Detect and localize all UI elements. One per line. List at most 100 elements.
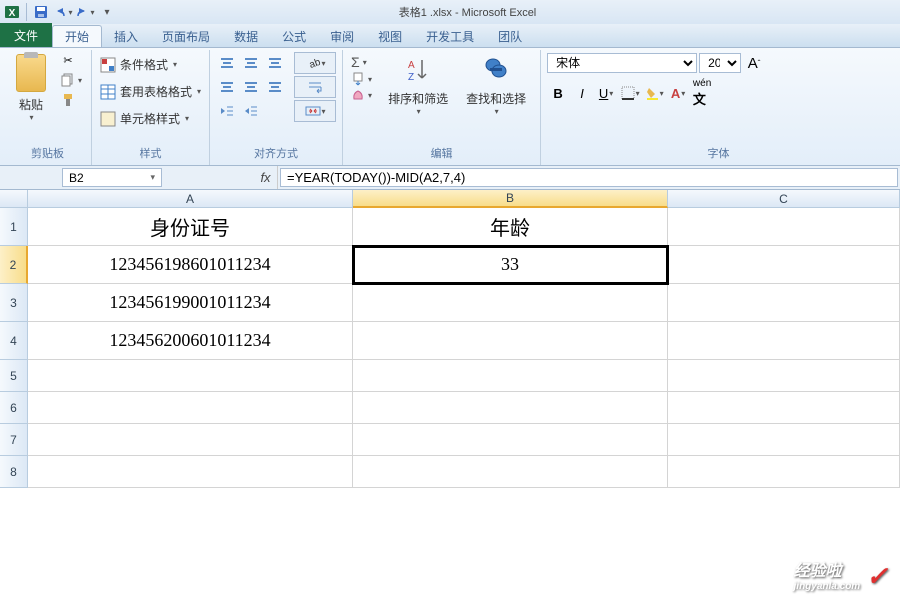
- align-bottom-button[interactable]: [264, 52, 286, 74]
- qat-customize-icon[interactable]: ▾: [97, 2, 117, 22]
- cell-C4[interactable]: [668, 322, 900, 360]
- cell-B4[interactable]: [353, 322, 668, 360]
- tab-review[interactable]: 审阅: [318, 25, 366, 47]
- cell-A1[interactable]: 身份证号: [28, 208, 353, 246]
- cell-C1[interactable]: [668, 208, 900, 246]
- undo-icon[interactable]: ▾: [53, 2, 73, 22]
- cell-C3[interactable]: [668, 284, 900, 322]
- cell-B7[interactable]: [353, 424, 668, 456]
- col-header-A[interactable]: A: [28, 190, 353, 208]
- wrap-text-button[interactable]: [294, 76, 336, 98]
- align-center-button[interactable]: [240, 76, 262, 98]
- row-header-3[interactable]: 3: [0, 284, 28, 322]
- tab-view[interactable]: 视图: [366, 25, 414, 47]
- cell-C2[interactable]: [668, 246, 900, 284]
- cell-A3[interactable]: 123456199001011234: [28, 284, 353, 322]
- cell-A6[interactable]: [28, 392, 353, 424]
- col-header-C[interactable]: C: [668, 190, 900, 208]
- cell-B5[interactable]: [353, 360, 668, 392]
- row-header-5[interactable]: 5: [0, 360, 28, 392]
- col-header-B[interactable]: B: [353, 190, 668, 208]
- tab-home[interactable]: 开始: [52, 25, 102, 47]
- copy-button[interactable]: ▾: [58, 72, 85, 88]
- name-box-dropdown-icon[interactable]: ▾: [150, 172, 155, 183]
- tab-developer[interactable]: 开发工具: [414, 25, 486, 47]
- name-box[interactable]: B2 ▾: [62, 168, 162, 187]
- font-size-select[interactable]: 20: [699, 53, 741, 73]
- save-icon[interactable]: [31, 2, 51, 22]
- spreadsheet-grid[interactable]: A B C 1 身份证号 年龄 2 123456198601011234 33 …: [0, 190, 900, 488]
- cut-button[interactable]: ✂: [58, 52, 85, 68]
- cell-B8[interactable]: [353, 456, 668, 488]
- fill-button[interactable]: ▾: [351, 72, 372, 86]
- autosum-button[interactable]: Σ▾: [351, 54, 372, 70]
- find-icon: [482, 56, 510, 84]
- group-clipboard: 粘贴 ▾ ✂ ▾ 剪贴板: [4, 50, 92, 165]
- increase-font-button[interactable]: Aˆ: [743, 52, 765, 74]
- font-color-button[interactable]: A▾: [667, 82, 689, 104]
- cell-B1[interactable]: 年龄: [353, 208, 668, 246]
- orientation-button[interactable]: ab▾: [294, 52, 336, 74]
- formula-input[interactable]: =YEAR(TODAY())-MID(A2,7,4): [280, 168, 898, 187]
- excel-icon[interactable]: X: [2, 2, 22, 22]
- cell-C6[interactable]: [668, 392, 900, 424]
- find-select-button[interactable]: 查找和选择 ▾: [458, 52, 534, 143]
- group-alignment: ab▾ ▾ 对齐方式: [210, 50, 343, 165]
- select-all-corner[interactable]: [0, 190, 28, 208]
- cell-B6[interactable]: [353, 392, 668, 424]
- row-header-4[interactable]: 4: [0, 322, 28, 360]
- phonetic-button[interactable]: wén文: [691, 82, 713, 104]
- align-top-button[interactable]: [216, 52, 238, 74]
- tab-formulas[interactable]: 公式: [270, 25, 318, 47]
- tab-team[interactable]: 团队: [486, 25, 534, 47]
- cell-A4[interactable]: 123456200601011234: [28, 322, 353, 360]
- align-middle-button[interactable]: [240, 52, 262, 74]
- tab-data[interactable]: 数据: [222, 25, 270, 47]
- format-table-button[interactable]: 套用表格格式▾: [98, 79, 203, 104]
- quick-access-toolbar: X ▾ ▾ ▾: [2, 2, 117, 22]
- cell-A2[interactable]: 123456198601011234: [28, 246, 353, 284]
- fx-button[interactable]: fx: [254, 166, 278, 189]
- styles-group-label: 样式: [98, 143, 203, 163]
- merge-cells-button[interactable]: ▾: [294, 100, 336, 122]
- paste-button[interactable]: 粘贴 ▾: [10, 52, 52, 143]
- font-name-select[interactable]: 宋体: [547, 53, 697, 73]
- cell-C5[interactable]: [668, 360, 900, 392]
- align-right-button[interactable]: [264, 76, 286, 98]
- conditional-format-button[interactable]: 条件格式▾: [98, 52, 203, 77]
- tab-insert[interactable]: 插入: [102, 25, 150, 47]
- cell-A5[interactable]: [28, 360, 353, 392]
- redo-icon[interactable]: ▾: [75, 2, 95, 22]
- clear-button[interactable]: ▾: [351, 88, 372, 102]
- italic-button[interactable]: I: [571, 82, 593, 104]
- decrease-indent-button[interactable]: [216, 102, 238, 120]
- border-button[interactable]: ▾: [619, 82, 641, 104]
- cell-B2[interactable]: 33: [353, 246, 668, 284]
- ribbon-body: 粘贴 ▾ ✂ ▾ 剪贴板 条件格式▾ 套用表格格式▾ 单元格样式▾ 样式: [0, 48, 900, 166]
- align-left-button[interactable]: [216, 76, 238, 98]
- row-header-1[interactable]: 1: [0, 208, 28, 246]
- underline-button[interactable]: U▾: [595, 82, 617, 104]
- cell-C7[interactable]: [668, 424, 900, 456]
- check-icon: ✓: [866, 561, 888, 592]
- cell-A8[interactable]: [28, 456, 353, 488]
- fill-color-button[interactable]: ▾: [643, 82, 665, 104]
- paste-icon: [16, 54, 46, 92]
- editing-group-label: 编辑: [349, 143, 534, 163]
- cell-A7[interactable]: [28, 424, 353, 456]
- increase-indent-button[interactable]: [240, 102, 262, 120]
- row-header-7[interactable]: 7: [0, 424, 28, 456]
- sort-filter-button[interactable]: AZ 排序和筛选 ▾: [380, 52, 456, 143]
- format-painter-button[interactable]: [58, 92, 85, 108]
- cell-C8[interactable]: [668, 456, 900, 488]
- cell-B3[interactable]: [353, 284, 668, 322]
- group-editing: Σ▾ ▾ ▾ AZ 排序和筛选 ▾ 查找和选择 ▾ 编辑: [343, 50, 541, 165]
- bold-button[interactable]: B: [547, 82, 569, 104]
- tab-page-layout[interactable]: 页面布局: [150, 25, 222, 47]
- cut-icon: ✂: [61, 53, 75, 67]
- tab-file[interactable]: 文件: [0, 23, 52, 47]
- row-header-8[interactable]: 8: [0, 456, 28, 488]
- cell-styles-button[interactable]: 单元格样式▾: [98, 106, 203, 131]
- row-header-6[interactable]: 6: [0, 392, 28, 424]
- row-header-2[interactable]: 2: [0, 246, 28, 284]
